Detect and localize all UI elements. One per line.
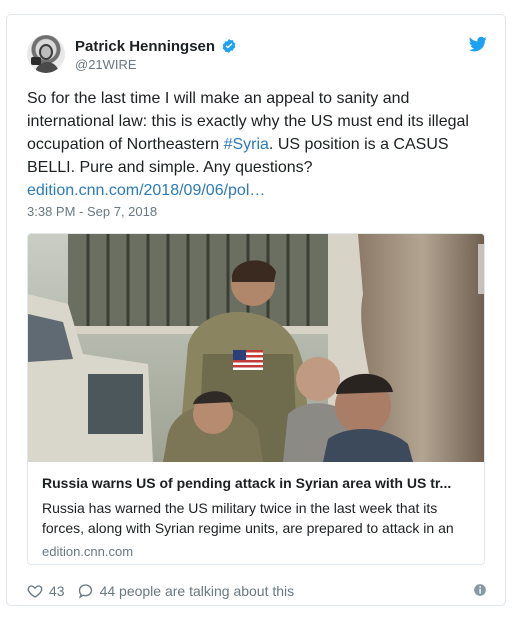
article-link[interactable]: edition.cnn.com/2018/09/06/pol… [27,182,265,199]
speech-bubble-icon[interactable] [77,583,94,599]
card-text-block: Russia warns US of pending attack in Syr… [28,462,484,564]
card-description: Russia has warned the US military twice … [42,500,454,536]
hashtag-link[interactable]: #Syria [224,136,269,153]
engagement-bar: 43 44 people are talking about this [27,581,487,601]
tweet-header: Patrick Henningsen @21WIRE [27,35,487,75]
card-title[interactable]: Russia warns US of pending attack in Syr… [42,474,472,492]
embedded-tweet: Patrick Henningsen @21WIRE So for the la… [6,14,506,606]
conversation-action[interactable]: 44 people are talking about this [77,583,295,599]
verified-badge-icon [222,39,236,53]
heart-icon[interactable] [27,583,43,599]
author-name-row[interactable]: Patrick Henningsen [75,37,237,55]
author-handle[interactable]: @21WIRE [75,57,137,72]
twitter-bird-icon[interactable] [469,35,487,53]
article-photo [28,234,484,462]
author-display-name[interactable]: Patrick Henningsen [75,38,215,55]
info-icon[interactable] [473,583,487,597]
link-preview-card[interactable]: Russia warns US of pending attack in Syr… [27,233,485,565]
like-action[interactable]: 43 [27,583,65,599]
tweet-text: So for the last time I will make an appe… [27,87,491,202]
card-domain: edition.cnn.com [42,544,134,559]
like-count: 43 [49,583,65,599]
tweet-timestamp[interactable]: 3:38 PM - Sep 7, 2018 [27,204,157,219]
talking-count: 44 people are talking about this [99,583,295,599]
avatar[interactable] [27,35,65,73]
